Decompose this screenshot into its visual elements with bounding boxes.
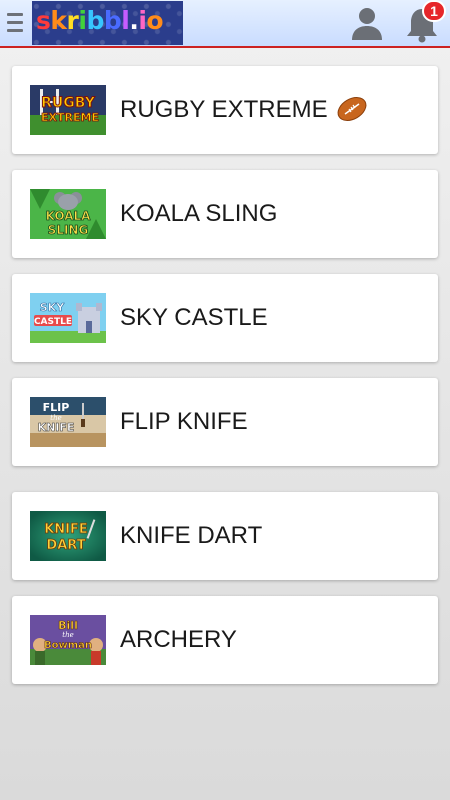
game-title: ARCHERY (120, 626, 237, 653)
rugby-thumb-word-2: EXTREME (41, 111, 99, 124)
user-account-icon[interactable] (348, 4, 386, 42)
sky-thumb-word-2: CASTLE (34, 317, 72, 327)
rugby-ball-icon (337, 96, 367, 121)
game-card-knife-dart[interactable]: KNIFE DART KNIFE DART (12, 492, 438, 580)
sky-castle-thumbnail: SKY CASTLE (30, 293, 106, 343)
game-title: FLIP KNIFE (120, 408, 248, 435)
logo-text: skribbl.io (36, 6, 164, 35)
skribbl-logo[interactable]: skribbl.io (32, 1, 183, 45)
archery-thumb-word-2: the (62, 631, 73, 639)
game-card-koala-sling[interactable]: KOALA SLING KOALA SLING (12, 170, 438, 258)
kd-thumb-word-1: KNIFE (44, 522, 88, 537)
game-card-flip-knife[interactable]: FLIP the KNIFE FLIP KNIFE (12, 378, 438, 466)
sky-thumb-word-1: SKY (40, 301, 65, 314)
game-title: KOALA SLING (120, 200, 278, 227)
game-card-rugby-extreme[interactable]: RUGBY EXTREME RUGBY EXTREME (12, 66, 438, 154)
top-app-bar: skribbl.io 1 (0, 0, 450, 48)
rugby-thumb-word-1: RUGBY (41, 95, 96, 111)
game-title: RUGBY EXTREME (120, 66, 368, 154)
game-card-archery[interactable]: Bill the Bowman ARCHERY (12, 596, 438, 684)
notification-count-badge: 1 (422, 0, 446, 22)
rugby-extreme-thumbnail: RUGBY EXTREME (30, 85, 106, 135)
knife-dart-thumbnail: KNIFE DART (30, 511, 106, 561)
flip-knife-thumbnail: FLIP the KNIFE (30, 397, 106, 447)
game-title: KNIFE DART (120, 522, 263, 549)
game-card-sky-castle[interactable]: SKY CASTLE SKY CASTLE (12, 274, 438, 362)
koala-thumb-word-2: SLING (48, 223, 89, 237)
game-title: SKY CASTLE (120, 304, 268, 331)
flip-thumb-word-3: KNIFE (38, 421, 75, 434)
hamburger-menu-icon[interactable] (7, 13, 23, 33)
archery-thumb-word-3: Bowman (44, 640, 92, 651)
archery-thumbnail: Bill the Bowman (30, 615, 106, 665)
kd-thumb-word-2: DART (46, 538, 85, 553)
koala-thumb-word-1: KOALA (46, 209, 92, 223)
flip-thumb-word-1: FLIP (43, 401, 70, 414)
koala-sling-thumbnail: KOALA SLING (30, 189, 106, 239)
